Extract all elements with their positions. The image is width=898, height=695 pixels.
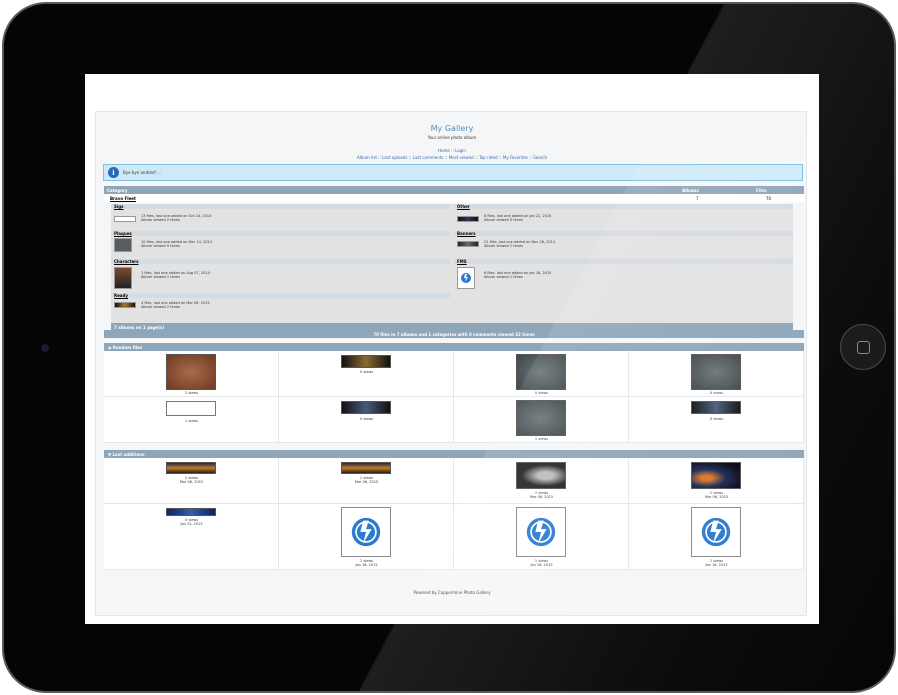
addition-thumbnail[interactable] [516,462,566,489]
fms-logo-icon [461,273,471,283]
addition-thumbnail[interactable] [166,508,216,516]
camera-dot [41,344,49,352]
last-additions-grid: 2 views Mar 06, 2015 1 views Mar 06, 2015 … [104,458,804,570]
album-cell: Characters 1 files, last one added on Au… [111,259,450,293]
category-row: Bravo Fleet 7 70 [104,194,804,202]
last-additions-header: ▼ Last additions [104,450,804,458]
album-desc-2: Album viewed 1 times [141,275,180,279]
random-thumbnail[interactable] [166,354,216,390]
random-files-title: Random files [112,345,143,350]
random-thumbnail[interactable] [691,401,741,414]
album-name-link[interactable]: Banners [454,231,793,236]
album-cell: Plaques 10 files, last one added on Dec … [111,231,450,258]
album-list: Sigs 13 files, last one added on Oct 24,… [111,204,793,329]
addition-date: Mar 06, 2015 [354,480,379,484]
album-desc-2: Album viewed 1 times [484,275,523,279]
category-table-header: Category Albums Files [104,186,804,194]
random-thumbnail[interactable] [341,355,391,368]
album-thumbnail[interactable] [457,241,479,247]
random-views: 0 views [534,391,549,395]
album-thumbnail[interactable] [114,302,136,308]
addition-date: Mar 06, 2015 [179,480,204,484]
album-thumbnail[interactable] [114,238,132,252]
random-views: 0 views [709,417,724,421]
album-name-link[interactable]: Sigs [111,204,450,209]
album-thumbnail[interactable] [457,267,475,289]
info-icon: i [108,167,119,178]
random-views: 2 views [184,391,199,395]
gallery-stats: 70 files in 7 albums and 1 categories wi… [104,330,804,338]
category-link[interactable]: Bravo Fleet [110,196,136,201]
addition-date: Jan 16, 2015 [705,563,728,567]
last-additions-title: Last additions [112,452,145,457]
random-thumbnail[interactable] [341,401,391,414]
random-views: 0 views [359,370,374,374]
tablet-screen: My Gallery Your online photo album Home … [85,74,819,624]
random-files-header: ◉ Random files [104,343,804,351]
album-desc-2: Album viewed 2 times [141,305,180,309]
addition-date: Mar 06, 2015 [529,495,554,499]
album-desc-2: Album viewed 0 times [484,218,523,222]
fms-logo-icon [526,517,556,547]
random-views: 1 views [184,419,199,423]
addition-thumbnail[interactable] [691,507,741,557]
addition-thumbnail[interactable] [341,507,391,557]
random-thumbnail[interactable] [166,401,216,416]
album-name-link[interactable]: Ready [111,293,450,298]
gallery-page: My Gallery Your online photo album Home … [95,111,807,616]
random-thumbnail[interactable] [516,400,566,436]
album-cell: Ready 4 files, last one added on Mar 06,… [111,293,450,320]
addition-thumbnail[interactable] [691,462,741,489]
category-header: Category [107,188,128,193]
random-views: 0 views [359,417,374,421]
random-thumbnail[interactable] [691,354,741,390]
powered-by-footer[interactable]: Powered by Coppermine Photo Gallery [96,590,808,595]
nav-top-links[interactable]: Home :: Login [96,148,808,153]
tablet-bezel: My Gallery Your online photo album Home … [2,2,896,693]
random-files-grid: 2 views 0 views 0 views 0 views 1 views … [104,351,804,443]
nav-main-links[interactable]: Album list :: Last uploads :: Last comme… [96,155,808,160]
album-thumbnail[interactable] [457,216,479,222]
fms-logo-icon [701,517,731,547]
gallery-header: My Gallery Your online photo album Home … [96,112,808,160]
home-square-icon [856,340,870,354]
gallery-title[interactable]: My Gallery [96,124,808,133]
info-message: Bye bye andrevf ... [123,170,161,175]
album-desc-2: Album viewed 1 times [484,244,523,248]
album-cell: Sigs 13 files, last one added on Oct 24,… [111,204,450,231]
home-button[interactable] [840,324,886,370]
addition-thumbnail[interactable] [516,507,566,557]
addition-date: Jan 16, 2015 [355,563,378,567]
category-files-count: 70 [766,196,772,201]
album-thumbnail[interactable] [114,216,136,222]
files-header: Files [756,188,767,193]
random-views: 0 views [709,391,724,395]
addition-date: Mar 06, 2015 [704,495,729,499]
addition-thumbnail[interactable] [341,462,391,474]
album-desc-2: Album viewed 0 times [141,244,180,248]
album-name-link[interactable]: Other [454,204,793,209]
album-cell: Other 8 files, last one added on Jan 22,… [454,204,793,231]
addition-date: Jan 22, 2015 [180,522,203,526]
gallery-subtitle: Your online photo album [427,135,477,140]
album-cell: Banners 21 files, last one added on Nov … [454,231,793,258]
albums-header: Albums [682,188,699,193]
album-name-link[interactable]: FMS [454,259,793,264]
album-name-link[interactable]: Characters [111,259,450,264]
random-thumbnail[interactable] [516,354,566,390]
random-views: 1 views [534,437,549,441]
album-cell: FMS 6 files, last one added on Jan 16, 2… [454,259,793,293]
album-name-link[interactable]: Plaques [111,231,450,236]
addition-thumbnail[interactable] [166,462,216,474]
album-thumbnail[interactable] [114,267,132,289]
album-desc-2: Album viewed 2 times [141,218,180,222]
fms-logo-icon [351,517,381,547]
info-message-box: i Bye bye andrevf ... [103,164,803,181]
category-albums-count: 7 [696,196,699,201]
addition-date: Jan 16, 2015 [530,563,553,567]
